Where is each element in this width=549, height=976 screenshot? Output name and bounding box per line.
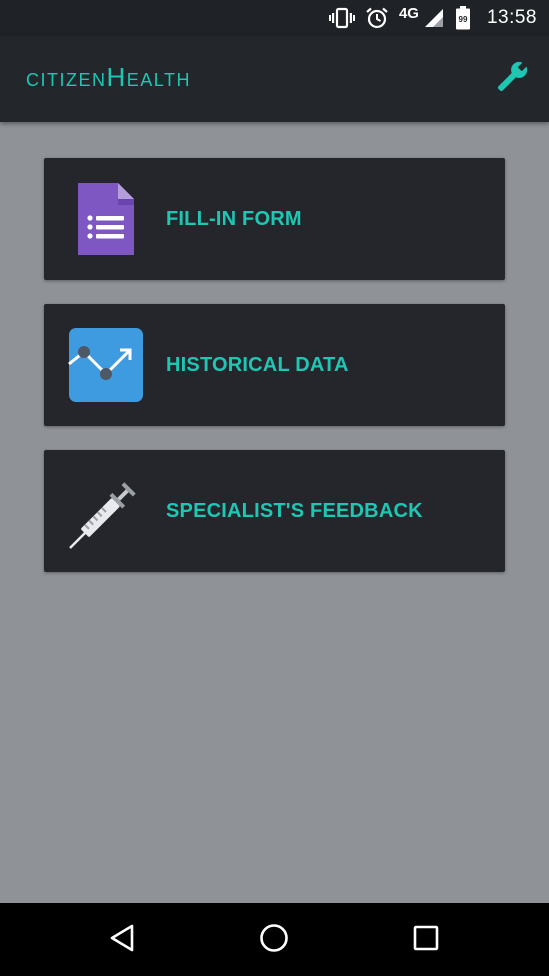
clock: 13:58	[486, 7, 537, 28]
battery-icon: 99	[455, 6, 471, 30]
back-button[interactable]	[103, 921, 141, 959]
menu-card-specialists-feedback[interactable]: SPECIALIST'S FEEDBACK	[44, 450, 505, 572]
settings-button[interactable]	[493, 60, 531, 98]
app-title: citizenHealth	[26, 62, 191, 92]
home-button[interactable]	[255, 921, 293, 959]
app-bar: citizenHealth	[0, 36, 549, 122]
status-icons: 4G 99 13:58	[328, 0, 537, 36]
alarm-icon	[365, 6, 389, 30]
battery-level: 99	[458, 15, 468, 24]
menu-card-label: SPECIALIST'S FEEDBACK	[166, 499, 423, 522]
syringe-icon	[68, 472, 146, 550]
home-icon	[259, 923, 289, 958]
menu-card-historical-data[interactable]: HISTORICAL DATA	[44, 304, 505, 426]
navigation-bar	[0, 903, 549, 976]
network-type: 4G	[398, 4, 419, 22]
back-icon	[108, 923, 136, 958]
form-document-icon	[68, 180, 146, 258]
menu-card-label: HISTORICAL DATA	[166, 353, 349, 376]
menu-card-fill-in-form[interactable]: FILL-IN FORM	[44, 158, 505, 280]
recents-icon	[412, 924, 440, 957]
main-menu: FILL-IN FORM HISTORICAL DATA SPECIALIST'…	[44, 158, 505, 596]
menu-card-label: FILL-IN FORM	[166, 207, 302, 230]
recents-button[interactable]	[407, 921, 445, 959]
signal-icon	[423, 7, 445, 29]
wrench-icon	[494, 59, 530, 100]
vibrate-icon	[328, 7, 355, 29]
trend-chart-icon	[68, 326, 146, 404]
status-bar: 4G 99 13:58	[0, 0, 549, 36]
